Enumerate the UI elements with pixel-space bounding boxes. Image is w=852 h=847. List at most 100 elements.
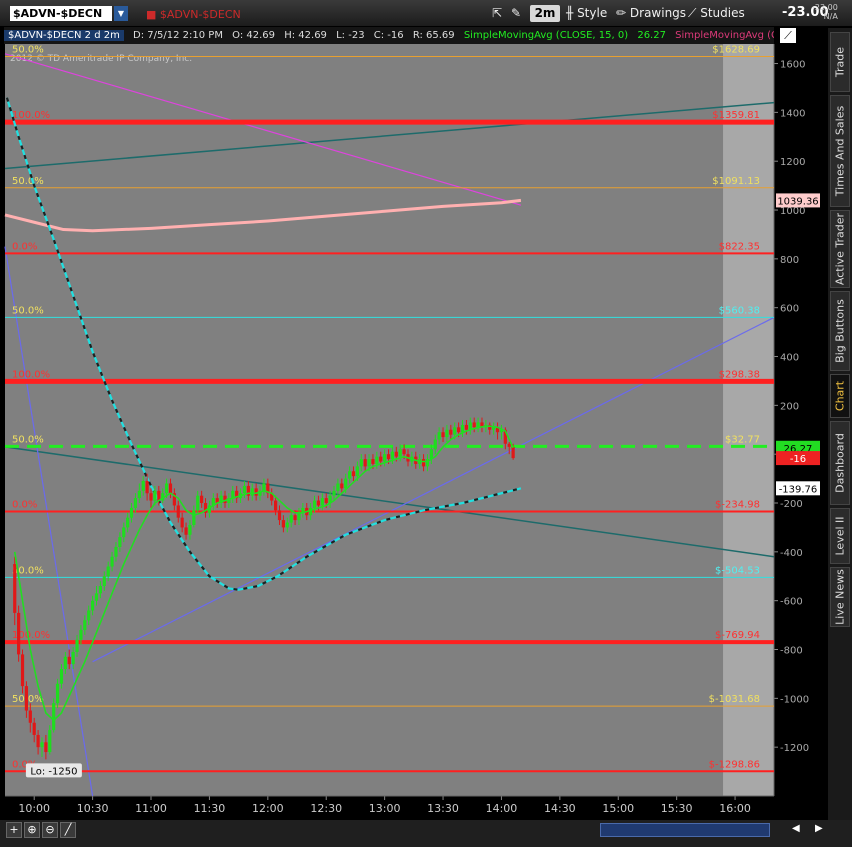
style-label: Style [577, 6, 608, 20]
tab-label: Chart [833, 380, 847, 412]
candle-body [316, 500, 321, 506]
fib-level-percent: 100.0% [12, 110, 50, 121]
fib-level-price: $1628.69 [712, 45, 760, 56]
pencil-icon: ✏ [616, 6, 627, 20]
chart-settings-icon[interactable]: ⟋ [780, 28, 796, 43]
timeframe-button[interactable]: 2m [530, 5, 560, 22]
draw-line-icon[interactable]: ╱ [60, 822, 76, 838]
y-tick-label: 400 [780, 353, 799, 364]
symbol-dropdown-icon[interactable]: ▼ [114, 6, 128, 21]
x-tick-label: 10:00 [18, 802, 50, 815]
candle-body [94, 593, 99, 601]
crosshair-icon[interactable]: + [6, 822, 22, 838]
candle-body [402, 449, 406, 455]
tab-dashboard[interactable]: Dashboard [830, 421, 850, 505]
candle-body [75, 639, 79, 652]
after-hours-area [723, 44, 774, 796]
candle-body [17, 612, 21, 655]
info-open: O: 42.69 [232, 30, 276, 41]
x-tick-label: 14:00 [486, 802, 518, 815]
x-tick-label: 10:30 [77, 802, 109, 815]
zoom-in-icon[interactable]: ⊕ [24, 822, 40, 838]
tab-label: Dashboard [833, 433, 847, 493]
time-scrollbar[interactable] [600, 823, 770, 837]
pan-icon[interactable]: ⇱ [492, 5, 502, 22]
candle-body [87, 610, 91, 621]
candle-body [52, 703, 56, 731]
tab-label: Trade [833, 46, 847, 78]
tab-active-trader[interactable]: Active Trader [830, 210, 850, 288]
info-range: R: 65.69 [412, 30, 455, 41]
y-tick-label: 1600 [780, 60, 805, 71]
tab-level-ii[interactable]: Level II [830, 508, 850, 564]
drawings-button[interactable]: ✏ Drawings [616, 5, 686, 22]
candle-body [320, 498, 324, 506]
candle-body [351, 471, 356, 477]
candle-body [312, 500, 317, 508]
fib-level-percent: 50.0% [12, 434, 44, 445]
candle-body [106, 566, 110, 577]
candle-body [13, 564, 17, 613]
fib-level-price: $1091.13 [712, 176, 760, 187]
studies-button[interactable]: ⟋ Studies [688, 5, 745, 22]
x-tick-label: 12:00 [252, 802, 284, 815]
study-sma-slow[interactable]: SimpleMovingAvg (CLO... [675, 30, 774, 41]
y-tick-label: -1000 [780, 694, 809, 705]
y-tick-label: 200 [780, 401, 799, 412]
tab-times-and-sales[interactable]: Times And Sales [830, 95, 850, 207]
tab-big-buttons[interactable]: Big Buttons [830, 291, 850, 371]
studies-icon: ⟋ [688, 6, 697, 20]
scroll-right-icon[interactable]: ▶ [815, 823, 823, 834]
zoom-out-icon[interactable]: ⊖ [42, 822, 58, 838]
symbol-description: $ADVN-$DECN [159, 8, 241, 21]
candle-body [332, 490, 336, 496]
x-tick-label: 11:30 [194, 802, 226, 815]
x-tick-label: 16:00 [719, 802, 751, 815]
candle-body [44, 742, 48, 753]
y-tick-label: -200 [780, 499, 803, 510]
candle-body [91, 600, 95, 611]
tab-live-news[interactable]: Live News [830, 567, 850, 627]
candle-body [145, 481, 149, 494]
study-sma-fast[interactable]: SimpleMovingAvg (CLOSE, 15, 0) [464, 30, 628, 41]
candle-body [476, 422, 480, 428]
candle-body [386, 454, 391, 460]
side-tabs: Trade Times And Sales Active Trader Big But… [828, 28, 852, 820]
fib-level-price: $32.77 [725, 434, 760, 445]
candle-body [340, 483, 344, 489]
fib-level-percent: 50.0% [12, 45, 44, 56]
candle-body [67, 656, 71, 665]
settings-icon[interactable]: ✎ [511, 5, 521, 22]
info-date: D: 7/5/12 2:10 PM [133, 30, 223, 41]
y-tick-label: 1000 [780, 206, 805, 217]
x-tick-label: 14:30 [544, 802, 576, 815]
candle-body [445, 429, 449, 438]
fib-level-price: $-234.98 [715, 500, 760, 511]
candle-body [192, 510, 196, 525]
chart-info-bar: $ADVN-$DECN 2 d 2m D: 7/5/12 2:10 PM O: … [4, 27, 774, 44]
bottom-toolbar: + ⊕ ⊖ ╱ ◀ ▶ [0, 820, 852, 847]
fib-level-price: $-1298.86 [709, 759, 760, 770]
style-button[interactable]: ╫ Style [566, 5, 607, 22]
fib-level-percent: 50.0% [12, 176, 44, 187]
candle-body [188, 524, 192, 535]
symbol-input[interactable]: $ADVN-$DECN [10, 6, 112, 21]
candle-body [398, 449, 402, 457]
candle-body [336, 483, 340, 491]
scroll-left-icon[interactable]: ◀ [792, 823, 800, 834]
tab-chart[interactable]: Chart [830, 374, 850, 418]
price-chart[interactable]: 16001400120010008006004002000-200-400-60… [0, 44, 828, 820]
candle-body [394, 451, 398, 457]
last-price-small-value: -23.00 [812, 3, 838, 12]
x-tick-label: 15:00 [602, 802, 634, 815]
y-tick-label: -800 [780, 646, 803, 657]
info-high: H: 42.69 [284, 30, 327, 41]
info-close: C: -16 [373, 30, 404, 41]
chart-title: $ADVN-$DECN 2 d 2m [4, 30, 124, 41]
y-tick-label: 1400 [780, 108, 805, 119]
last-price-small-na: N/A [823, 12, 838, 21]
candle-body [196, 495, 200, 511]
value-badge-label: -16 [790, 454, 806, 465]
tab-trade[interactable]: Trade [830, 32, 850, 92]
low-marker-label: Lo: -1250 [30, 766, 77, 777]
